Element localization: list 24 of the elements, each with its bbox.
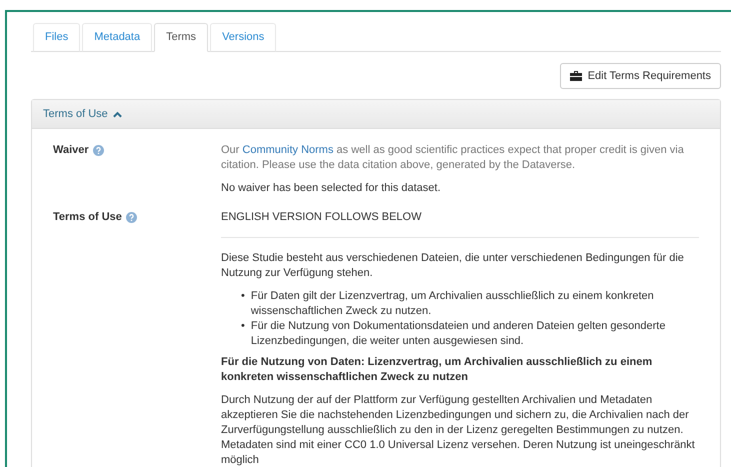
edit-terms-button[interactable]: Edit Terms Requirements [560, 63, 721, 89]
field-label: Waiver [53, 144, 89, 156]
terms-body: Durch Nutzung der auf der Plattform zur Verfügung gestellten Archivalien und Metadaten akzeptieren Sie die nachstehenden Lizenzbedingungen und sichern zu, die Archivalien nach der Zurverfügungstellung ausschließlich zu den in der Lizenz geregelten Bestimmungen zu nutzen. Metadaten sind mit einer CC0 1.0 Universal Lizenz versehen. Deren Nutzung ist uneingeschränkt möglich [221, 393, 696, 467]
help-icon[interactable] [126, 212, 137, 223]
tab[interactable]: Versions [210, 23, 276, 52]
bullet-item: Für die Nutzung von Dokumentationsdateien und anderen Dateien gelten gesonderte Lizenzbedingungen, die weiter unten ausgewiesen sind. [250, 319, 666, 349]
terms-intro: ENGLISH VERSION FOLLOWS BELOW [221, 210, 422, 225]
waiver-note: No waiver has been selected for this dataset. [221, 181, 442, 196]
field-label: Terms of Use [53, 211, 122, 223]
panel-title: Terms of Use [43, 108, 108, 120]
briefcase-icon [570, 71, 582, 81]
tab[interactable]: Terms [154, 23, 208, 52]
bullet-marker: • [241, 319, 245, 334]
chevron-up-icon[interactable] [112, 110, 122, 118]
terms-paragraph: Diese Studie besteht aus verschiedenen Dateien, die unter verschiedenen Bedingungen für die Nutzung zur Verfügung stehen. [221, 251, 685, 281]
bullet-item: Für Daten gilt der Lizenzvertrag, um Archivalien ausschließlich zu einem konkreten wissenschaftlichen Zweck zu nutzen. [250, 289, 655, 319]
tab[interactable]: Metadata [82, 23, 152, 52]
waiver-text: Our Community Norms as well as good scientific practices expect that proper credit is given via citation. Please use the data citation above, generated by the Dataverse. [221, 143, 685, 173]
tab[interactable]: Files [33, 23, 80, 52]
bullet-marker: • [241, 289, 245, 304]
help-icon[interactable] [92, 145, 104, 156]
terms-heading: Für die Nutzung von Daten: Lizenzvertrag, um Archivalien ausschließlich zu einem konkreten wissenschaftlichen Zweck zu nutzen [221, 355, 654, 385]
community-norms-link[interactable]: Community Norms [242, 144, 334, 156]
panel-header[interactable]: Terms of Use [32, 100, 720, 129]
